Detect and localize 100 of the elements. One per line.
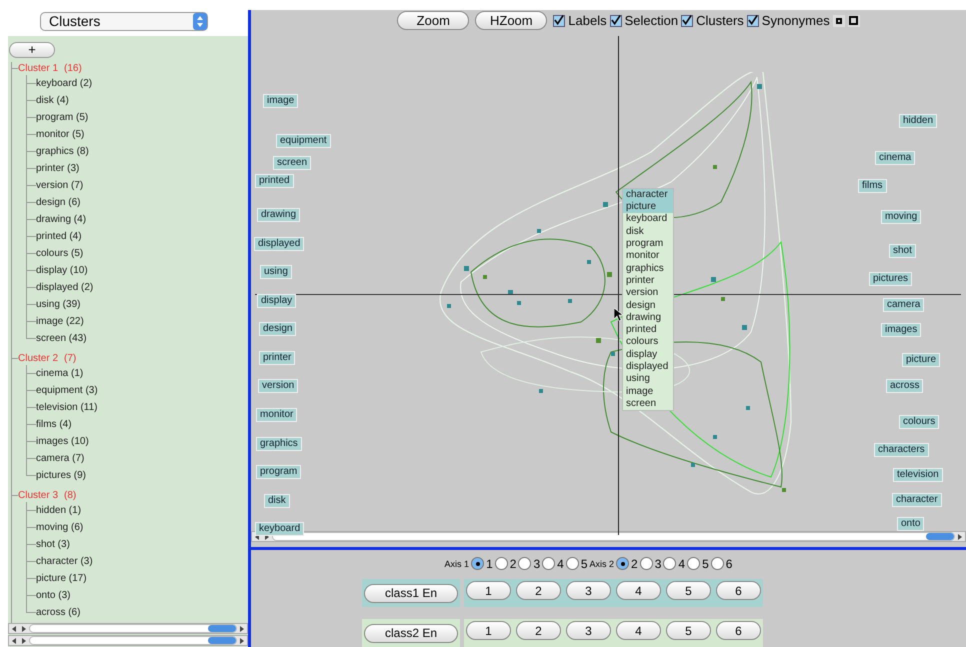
tree-item[interactable]: drawing (4) bbox=[36, 212, 86, 227]
tree-item[interactable]: monitor (5) bbox=[36, 127, 84, 142]
number-button[interactable]: 2 bbox=[516, 581, 561, 600]
small-square-icon[interactable] bbox=[832, 14, 845, 27]
tree-item[interactable]: colours (5) bbox=[36, 246, 84, 261]
word-label[interactable]: monitor bbox=[256, 408, 298, 422]
checkbox[interactable] bbox=[746, 14, 759, 27]
popup-item[interactable]: displayed bbox=[623, 361, 673, 374]
word-label[interactable]: design bbox=[259, 322, 296, 336]
word-label[interactable]: program bbox=[256, 464, 302, 479]
popup-item[interactable]: using bbox=[623, 373, 673, 386]
horizontal-scrollbar[interactable] bbox=[8, 623, 248, 634]
tree-item[interactable]: printed (4) bbox=[36, 229, 82, 244]
class-button[interactable]: class2 En bbox=[364, 624, 458, 643]
number-button[interactable]: 5 bbox=[666, 581, 711, 600]
square-icon[interactable] bbox=[848, 14, 860, 27]
checkbox[interactable] bbox=[610, 14, 622, 27]
radio-button[interactable] bbox=[542, 557, 556, 570]
tree-item[interactable]: television (11) bbox=[36, 400, 98, 415]
number-button[interactable]: 4 bbox=[616, 621, 661, 640]
popup-item[interactable]: printed bbox=[623, 324, 673, 336]
tree-item[interactable]: program (5) bbox=[36, 110, 88, 125]
popup-item[interactable]: colours bbox=[623, 336, 673, 349]
scroll-thumb[interactable] bbox=[926, 533, 954, 540]
horizontal-scrollbar[interactable] bbox=[8, 635, 248, 646]
tree-item[interactable]: shot (3) bbox=[36, 537, 70, 552]
word-label[interactable]: films bbox=[858, 178, 887, 193]
popup-item[interactable]: picture bbox=[623, 201, 673, 214]
popup-item[interactable]: drawing bbox=[623, 312, 673, 324]
tree-item[interactable]: printer (3) bbox=[36, 161, 80, 176]
add-button[interactable]: + bbox=[9, 42, 55, 58]
tree-item[interactable]: picture (17) bbox=[36, 571, 87, 586]
word-label[interactable]: shot bbox=[889, 244, 916, 258]
scroll-thumb[interactable] bbox=[208, 637, 236, 644]
radio-button[interactable] bbox=[663, 557, 676, 570]
tree-item[interactable]: using (39) bbox=[36, 297, 80, 312]
tree-item[interactable]: pictures (9) bbox=[36, 468, 86, 483]
tree-item[interactable]: across (6) bbox=[36, 605, 80, 620]
zoom-button[interactable]: HZoom bbox=[475, 11, 548, 30]
word-label[interactable]: disk bbox=[264, 494, 290, 508]
popup-item[interactable]: monitor bbox=[623, 250, 673, 263]
word-label[interactable]: hidden bbox=[899, 114, 938, 128]
popup-item[interactable]: disk bbox=[623, 226, 673, 238]
tree-item[interactable]: graphics (8) bbox=[36, 144, 89, 159]
word-label[interactable]: character bbox=[892, 492, 942, 507]
word-label[interactable]: version bbox=[258, 378, 298, 393]
tree-item[interactable]: version (7) bbox=[36, 178, 84, 193]
word-label[interactable]: television bbox=[893, 468, 943, 482]
word-label[interactable]: characters bbox=[874, 442, 929, 457]
tree-item[interactable]: design (6) bbox=[36, 195, 80, 210]
word-label[interactable]: display bbox=[257, 294, 296, 308]
popup-item[interactable]: program bbox=[623, 238, 673, 250]
number-button[interactable]: 4 bbox=[616, 581, 661, 600]
cluster-select[interactable]: Clusters bbox=[40, 12, 208, 31]
tree-item[interactable]: display (10) bbox=[36, 263, 88, 278]
word-label[interactable]: drawing bbox=[257, 208, 300, 222]
popup-item[interactable]: screen bbox=[623, 398, 673, 410]
word-label[interactable]: pictures bbox=[869, 272, 912, 286]
word-label[interactable]: image bbox=[263, 94, 298, 108]
number-button[interactable]: 6 bbox=[716, 581, 761, 600]
number-button[interactable]: 1 bbox=[466, 621, 511, 640]
radio-button[interactable] bbox=[616, 557, 630, 570]
popup-item[interactable]: keyboard bbox=[623, 213, 673, 226]
tree-item[interactable]: image (22) bbox=[36, 314, 84, 329]
popup-item[interactable]: design bbox=[623, 300, 673, 312]
word-label[interactable]: screen bbox=[273, 156, 312, 170]
popup-item[interactable]: printer bbox=[623, 274, 673, 288]
number-button[interactable]: 2 bbox=[516, 621, 561, 640]
number-button[interactable]: 5 bbox=[666, 621, 711, 640]
word-label[interactable]: across bbox=[886, 378, 924, 393]
tree-item[interactable]: camera (7) bbox=[36, 451, 84, 466]
radio-button[interactable] bbox=[710, 557, 724, 570]
checkbox[interactable] bbox=[681, 14, 694, 27]
word-label[interactable]: colours bbox=[899, 414, 940, 429]
number-button[interactable]: 3 bbox=[566, 621, 611, 640]
number-button[interactable]: 6 bbox=[716, 621, 761, 640]
radio-button[interactable] bbox=[494, 557, 508, 570]
word-label[interactable]: printed bbox=[255, 174, 294, 188]
tree-item[interactable]: displayed (2) bbox=[36, 280, 94, 295]
word-label[interactable]: using bbox=[260, 264, 292, 279]
word-label[interactable]: printer bbox=[259, 350, 296, 365]
tree-item[interactable]: character (3) bbox=[36, 554, 93, 569]
word-label[interactable]: picture bbox=[902, 352, 940, 367]
tree-item[interactable]: onto (3) bbox=[36, 588, 70, 603]
word-label[interactable]: keyboard bbox=[255, 522, 304, 536]
class-button[interactable]: class1 En bbox=[364, 584, 458, 603]
number-button[interactable]: 1 bbox=[466, 581, 511, 600]
word-label[interactable]: graphics bbox=[256, 436, 302, 451]
word-label[interactable]: displayed bbox=[254, 236, 304, 251]
tree-item[interactable]: disk (4) bbox=[36, 93, 69, 108]
tree-item[interactable]: screen (43) bbox=[36, 331, 87, 346]
tree-item[interactable]: equipment (3) bbox=[36, 383, 98, 398]
scroll-thumb[interactable] bbox=[208, 625, 236, 632]
radio-button[interactable] bbox=[566, 557, 579, 570]
checkbox[interactable] bbox=[553, 14, 566, 27]
tree-item[interactable]: hidden (1) bbox=[36, 503, 82, 518]
popup-item[interactable]: character bbox=[623, 188, 673, 202]
zoom-button[interactable]: Zoom bbox=[397, 11, 470, 30]
popup-item[interactable]: display bbox=[623, 348, 673, 361]
word-label[interactable]: equipment bbox=[276, 134, 331, 148]
